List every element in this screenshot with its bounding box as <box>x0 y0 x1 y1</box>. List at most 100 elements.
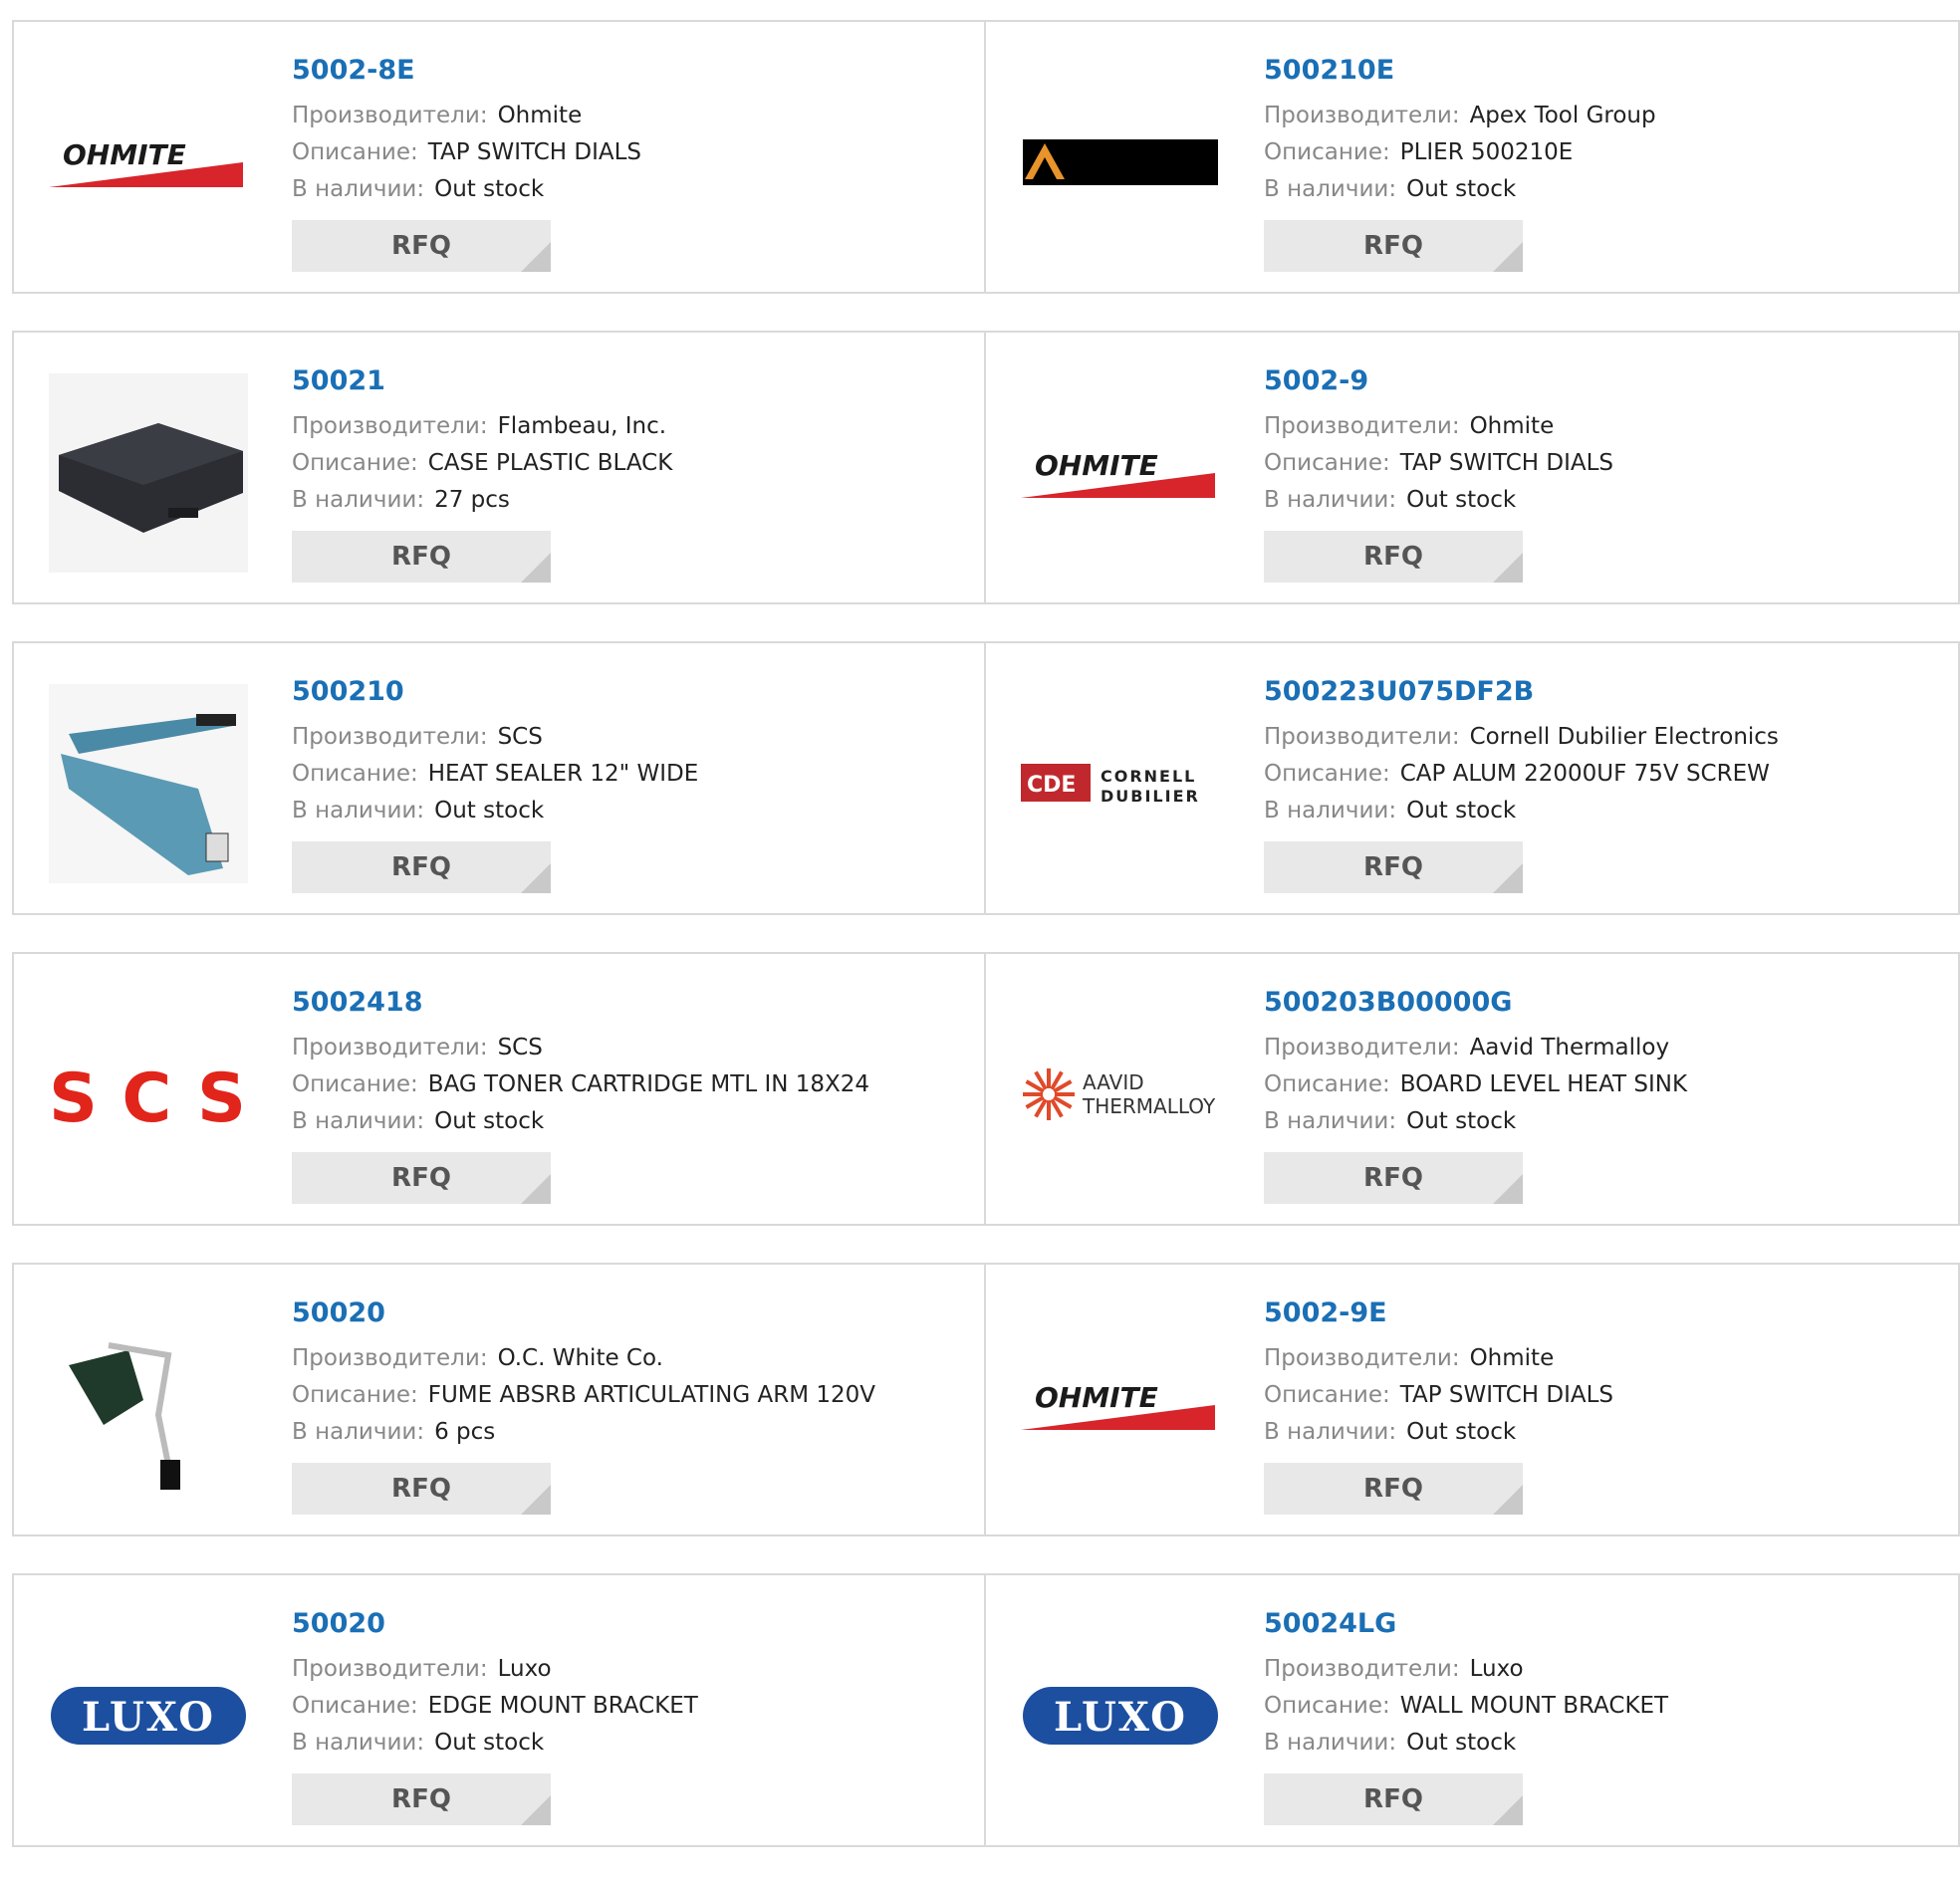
manufacturer-value: Apex Tool Group <box>1469 103 1656 128</box>
product-row: 50020 Производители: O.C. White Co. Описа… <box>12 1263 1960 1536</box>
stock-label: В наличии: <box>292 798 425 824</box>
product-image[interactable]: LUXO <box>44 1611 253 1820</box>
stock-label: В наличии: <box>1264 487 1397 513</box>
product-image[interactable]: OHMITE <box>44 58 253 267</box>
product-image[interactable] <box>44 1300 253 1510</box>
description-label: Описание: <box>292 1382 418 1408</box>
product-image[interactable]: SCS <box>44 990 253 1199</box>
manufacturer-line: Производители: Ohmite <box>292 98 641 134</box>
rfq-button[interactable]: RFQ <box>1264 1152 1523 1204</box>
description-line: Описание: TAP SWITCH DIALS <box>292 134 641 171</box>
description-line: Описание: TAP SWITCH DIALS <box>1264 445 1613 482</box>
rfq-button[interactable]: RFQ <box>1264 841 1523 893</box>
part-number-link[interactable]: 50020 <box>292 1295 875 1332</box>
description-value: WALL MOUNT BRACKET <box>1399 1693 1669 1719</box>
rfq-button[interactable]: RFQ <box>292 220 551 272</box>
stock-line: В наличии: Out stock <box>1264 1103 1687 1140</box>
cde-logo: CDE CORNELLDUBILIER <box>1021 764 1198 806</box>
part-number-link[interactable]: 5002-8E <box>292 52 641 90</box>
stock-line: В наличии: Out stock <box>292 1725 698 1762</box>
product-row: 50021 Производители: Flambeau, Inc. Описа… <box>12 331 1960 604</box>
part-number-link[interactable]: 500203B00000G <box>1264 984 1687 1022</box>
manufacturer-line: Производители: Ohmite <box>1264 1340 1613 1377</box>
manufacturer-label: Производители: <box>1264 724 1460 750</box>
manufacturer-label: Производители: <box>292 1035 488 1060</box>
part-number-link[interactable]: 5002418 <box>292 984 869 1022</box>
ohmite-logo: OHMITE <box>1021 1381 1215 1430</box>
product-image[interactable] <box>1016 58 1225 267</box>
rfq-button[interactable]: RFQ <box>292 841 551 893</box>
rfq-button[interactable]: RFQ <box>292 1773 551 1825</box>
description-line: Описание: PLIER 500210E <box>1264 134 1656 171</box>
description-line: Описание: TAP SWITCH DIALS <box>1264 1377 1613 1414</box>
stock-value: Out stock <box>1406 487 1517 513</box>
product-info: 5002-9E Производители: Ohmite Описание: TA… <box>1264 1295 1613 1515</box>
manufacturer-value: Flambeau, Inc. <box>497 413 667 439</box>
product-card: OHMITE 5002-8E Производители: Ohmite Опис… <box>12 20 986 294</box>
part-number-link[interactable]: 50020 <box>292 1605 698 1643</box>
product-card: 500210 Производители: SCS Описание: HEAT S… <box>12 641 986 915</box>
product-image[interactable] <box>44 679 253 888</box>
manufacturer-line: Производители: Luxo <box>1264 1651 1668 1688</box>
stock-value: Out stock <box>434 176 545 202</box>
description-line: Описание: HEAT SEALER 12" WIDE <box>292 756 698 793</box>
stock-line: В наличии: Out stock <box>292 1103 869 1140</box>
product-image[interactable]: LUXO <box>1016 1611 1225 1820</box>
fume-arm-photo <box>69 1342 180 1490</box>
product-row: SCS 5002418 Производители: SCS Описание: B… <box>12 952 1960 1226</box>
product-image[interactable]: CDE CORNELL DUBILIER <box>1016 679 1225 888</box>
stock-line: В наличии: Out stock <box>1264 171 1656 208</box>
svg-text:OHMITE: OHMITE <box>1035 1381 1158 1414</box>
rfq-button[interactable]: RFQ <box>1264 1773 1523 1825</box>
rfq-button[interactable]: RFQ <box>1264 531 1523 583</box>
description-label: Описание: <box>1264 139 1390 165</box>
product-image[interactable]: OHMITE <box>1016 368 1225 578</box>
svg-text:AAVID: AAVID <box>1083 1070 1144 1094</box>
product-card: AAVID THERMALLOY 500203B00000G Производит… <box>986 952 1960 1226</box>
stock-line: В наличии: Out stock <box>1264 1725 1668 1762</box>
product-info: 50020 Производители: O.C. White Co. Описа… <box>292 1295 875 1515</box>
manufacturer-value: Ohmite <box>497 103 583 128</box>
product-card: CDE CORNELL DUBILIER 500223U075DF2B Произв… <box>986 641 1960 915</box>
product-image[interactable] <box>44 368 253 578</box>
product-card: 50020 Производители: O.C. White Co. Описа… <box>12 1263 986 1536</box>
manufacturer-label: Производители: <box>292 103 488 128</box>
product-card: SCS 5002418 Производители: SCS Описание: B… <box>12 952 986 1226</box>
product-image[interactable]: AAVID THERMALLOY <box>1016 990 1225 1199</box>
rfq-button[interactable]: RFQ <box>292 1152 551 1204</box>
part-number-link[interactable]: 500210E <box>1264 52 1656 90</box>
stock-label: В наличии: <box>1264 1730 1397 1756</box>
rfq-button[interactable]: RFQ <box>292 1463 551 1515</box>
product-info: 5002418 Производители: SCS Описание: BAG T… <box>292 984 869 1204</box>
part-number-link[interactable]: 500223U075DF2B <box>1264 673 1779 711</box>
stock-value: 27 pcs <box>434 487 510 513</box>
manufacturer-label: Производители: <box>292 1345 488 1371</box>
svg-text:CDE: CDE <box>1027 773 1076 798</box>
stock-label: В наличии: <box>292 487 425 513</box>
description-value: CASE PLASTIC BLACK <box>427 450 673 476</box>
manufacturer-value: Luxo <box>1469 1656 1524 1682</box>
part-number-link[interactable]: 50024LG <box>1264 1605 1668 1643</box>
svg-text:OHMITE: OHMITE <box>1035 449 1158 482</box>
svg-text:THERMALLOY: THERMALLOY <box>1082 1094 1216 1118</box>
manufacturer-line: Производители: SCS <box>292 719 698 756</box>
part-number-link[interactable]: 50021 <box>292 362 672 400</box>
manufacturer-value: SCS <box>497 724 543 750</box>
product-grid: OHMITE 5002-8E Производители: Ohmite Опис… <box>12 20 1960 1884</box>
rfq-button[interactable]: RFQ <box>292 531 551 583</box>
description-value: EDGE MOUNT BRACKET <box>427 1693 698 1719</box>
part-number-link[interactable]: 500210 <box>292 673 698 711</box>
description-label: Описание: <box>1264 1693 1390 1719</box>
part-number-link[interactable]: 5002-9E <box>1264 1295 1613 1332</box>
product-info: 500203B00000G Производители: Aavid Therma… <box>1264 984 1687 1204</box>
product-row: OHMITE 5002-8E Производители: Ohmite Опис… <box>12 20 1960 294</box>
description-value: HEAT SEALER 12" WIDE <box>427 761 699 787</box>
rfq-button[interactable]: RFQ <box>1264 1463 1523 1515</box>
manufacturer-value: Luxo <box>497 1656 552 1682</box>
manufacturer-line: Производители: O.C. White Co. <box>292 1340 875 1377</box>
rfq-button[interactable]: RFQ <box>1264 220 1523 272</box>
product-image[interactable]: OHMITE <box>1016 1300 1225 1510</box>
stock-line: В наличии: Out stock <box>1264 482 1613 519</box>
part-number-link[interactable]: 5002-9 <box>1264 362 1613 400</box>
manufacturer-label: Производители: <box>292 413 488 439</box>
